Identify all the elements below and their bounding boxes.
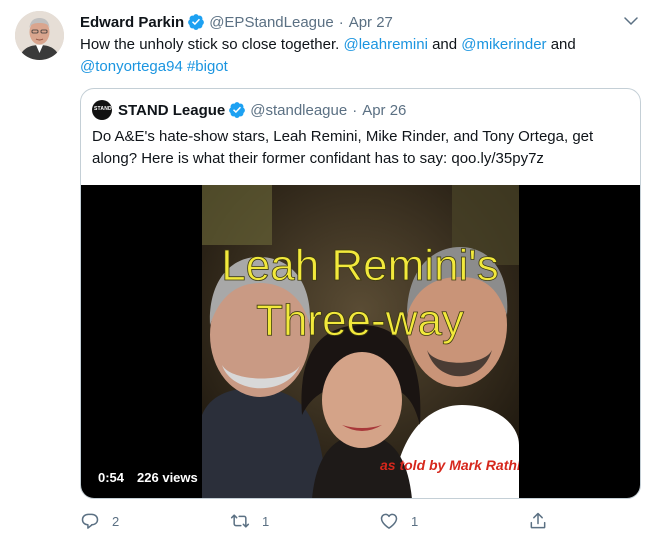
- video-title-line-2: Three-way: [256, 296, 464, 345]
- mention-link[interactable]: @leahremini: [343, 36, 427, 53]
- tweet-card[interactable]: Edward Parkin @EPStandLeague · Apr 27 Ho…: [0, 0, 658, 539]
- quoted-tweet-date: Apr 26: [362, 101, 407, 119]
- video-player[interactable]: Leah Remini's Three-way as told by Mark …: [81, 185, 640, 498]
- avatar-photo: [15, 11, 64, 60]
- share-button[interactable]: [528, 508, 560, 534]
- tweet-header: Edward Parkin @EPStandLeague · Apr 27: [80, 11, 393, 33]
- like-button[interactable]: 1: [379, 508, 418, 534]
- avatar[interactable]: [15, 11, 64, 60]
- text-joiner: and: [432, 36, 458, 53]
- tweet-actions: 2 1 1: [80, 508, 550, 534]
- verified-badge-icon: [229, 102, 246, 118]
- reply-count: 2: [112, 513, 120, 529]
- reply-icon: [81, 513, 99, 529]
- video-title-line-1: Leah Remini's: [221, 241, 498, 290]
- verified-badge-icon: [188, 14, 205, 30]
- hashtag-link[interactable]: #bigot: [187, 58, 228, 75]
- author-name[interactable]: Edward Parkin: [80, 14, 184, 31]
- mention-link[interactable]: @tonyortega94: [80, 58, 183, 75]
- quoted-tweet-header: STAND STAND League @standleague · Apr 26: [92, 99, 406, 121]
- text-joiner: and: [550, 36, 576, 53]
- author-handle[interactable]: @EPStandLeague: [209, 14, 334, 31]
- tweet-date[interactable]: Apr 27: [349, 14, 393, 31]
- quoted-tweet-text: Do A&E's hate-show stars, Leah Remini, M…: [92, 128, 594, 167]
- video-duration: 0:54: [93, 468, 130, 487]
- reply-button[interactable]: 2: [80, 508, 119, 534]
- separator-dot: ·: [338, 13, 344, 31]
- like-count: 1: [411, 513, 419, 529]
- video-caption: as told by Mark Rathbun: [380, 457, 519, 473]
- chevron-down-icon[interactable]: [622, 12, 640, 30]
- quoted-tweet[interactable]: STAND STAND League @standleague · Apr 26…: [80, 88, 641, 499]
- mention-link[interactable]: @mikerinder: [461, 36, 546, 53]
- tweet-text: How the unholy stick so close together. …: [80, 34, 640, 78]
- tweet-text-plain: How the unholy stick so close together.: [80, 36, 340, 53]
- separator-dot: ·: [352, 101, 358, 119]
- video-meta: 0:54 226 views: [93, 468, 198, 487]
- video-views: 226 views: [137, 470, 198, 485]
- video-thumbnail: Leah Remini's Three-way as told by Mark …: [202, 185, 519, 498]
- quoted-author-handle: @standleague: [250, 101, 348, 119]
- retweet-icon: [230, 514, 250, 528]
- retweet-button[interactable]: 1: [230, 508, 269, 534]
- heart-icon: [380, 513, 398, 529]
- quoted-avatar-logo-text: STAND: [94, 106, 112, 112]
- share-icon: [530, 512, 546, 529]
- retweet-count: 1: [262, 513, 270, 529]
- quoted-avatar: STAND: [92, 100, 112, 120]
- quoted-author-name[interactable]: STAND League: [118, 102, 225, 119]
